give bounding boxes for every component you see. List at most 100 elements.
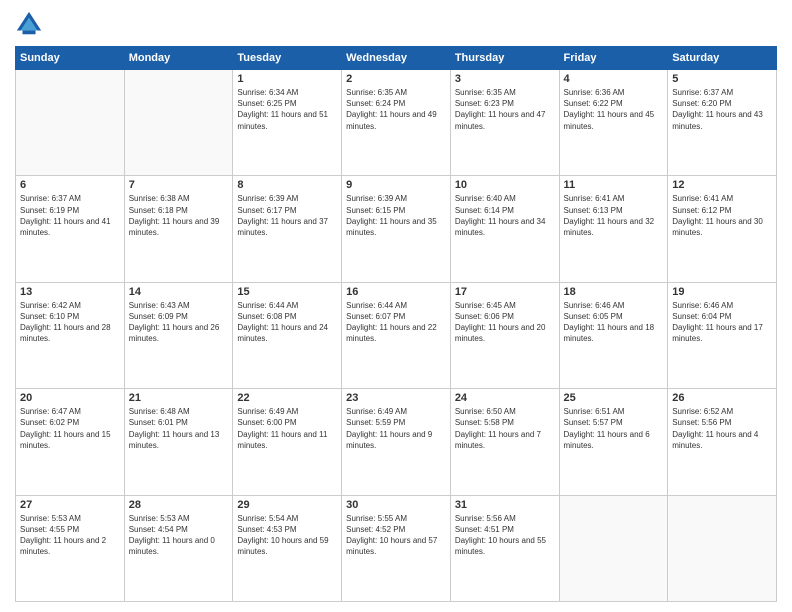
day-number: 22 (237, 392, 337, 404)
day-info: Sunrise: 6:34 AM Sunset: 6:25 PM Dayligh… (237, 87, 337, 132)
day-number: 8 (237, 179, 337, 191)
day-number: 14 (129, 286, 229, 298)
day-number: 20 (20, 392, 120, 404)
day-number: 10 (455, 179, 555, 191)
day-number: 25 (564, 392, 664, 404)
day-info: Sunrise: 6:42 AM Sunset: 6:10 PM Dayligh… (20, 300, 120, 345)
day-number: 7 (129, 179, 229, 191)
day-number: 29 (237, 499, 337, 511)
calendar-cell: 28Sunrise: 5:53 AM Sunset: 4:54 PM Dayli… (124, 495, 233, 601)
day-number: 28 (129, 499, 229, 511)
calendar-cell: 10 Sunrise: 6:40 AM Sunset: 6:14 PM Dayli… (450, 176, 559, 282)
day-number: 6 (20, 179, 120, 191)
calendar-cell: 30 Sunrise: 5:55 AM Sunset: 4:52 PM Dayli… (342, 495, 451, 601)
calendar-cell: 7 Sunrise: 6:38 AM Sunset: 6:18 PM Daylig… (124, 176, 233, 282)
calendar-cell: 27 Sunrise: 5:53 AM Sunset: 4:55 PM Dayli… (16, 495, 125, 601)
calendar-cell: 14 Sunrise: 6:43 AM Sunset: 6:09 PM Dayli… (124, 282, 233, 388)
day-info: Sunrise: 6:41 AM Sunset: 6:12 PM Dayligh… (672, 193, 772, 238)
day-info: Sunrise: 6:36 AM Sunset: 6:22 PM Dayligh… (564, 87, 664, 132)
calendar-cell: 26Sunrise: 6:52 AM Sunset: 5:56 PM Dayli… (668, 389, 777, 495)
calendar-cell: 25Sunrise: 6:51 AM Sunset: 5:57 PM Dayli… (559, 389, 668, 495)
day-info: Sunrise: 6:46 AM Sunset: 6:05 PM Dayligh… (564, 300, 664, 345)
day-number: 31 (455, 499, 555, 511)
calendar-cell: 18 Sunrise: 6:46 AM Sunset: 6:05 PM Dayli… (559, 282, 668, 388)
week-row-4: 20 Sunrise: 6:47 AM Sunset: 6:02 PM Dayli… (16, 389, 777, 495)
day-info: Sunrise: 6:43 AM Sunset: 6:09 PM Dayligh… (129, 300, 229, 345)
week-row-5: 27 Sunrise: 5:53 AM Sunset: 4:55 PM Dayli… (16, 495, 777, 601)
week-row-2: 6 Sunrise: 6:37 AM Sunset: 6:19 PM Daylig… (16, 176, 777, 282)
calendar-cell: 21 Sunrise: 6:48 AM Sunset: 6:01 PM Dayli… (124, 389, 233, 495)
day-number: 2 (346, 73, 446, 85)
day-info: Sunrise: 5:54 AM Sunset: 4:53 PM Dayligh… (237, 513, 337, 558)
day-number: 21 (129, 392, 229, 404)
day-number: 23 (346, 392, 446, 404)
calendar-header-tuesday: Tuesday (233, 47, 342, 70)
calendar-cell: 11 Sunrise: 6:41 AM Sunset: 6:13 PM Dayli… (559, 176, 668, 282)
day-info: Sunrise: 5:55 AM Sunset: 4:52 PM Dayligh… (346, 513, 446, 558)
page: SundayMondayTuesdayWednesdayThursdayFrid… (0, 0, 792, 612)
day-info: Sunrise: 6:47 AM Sunset: 6:02 PM Dayligh… (20, 406, 120, 451)
day-info: Sunrise: 6:46 AM Sunset: 6:04 PM Dayligh… (672, 300, 772, 345)
day-number: 15 (237, 286, 337, 298)
day-info: Sunrise: 6:44 AM Sunset: 6:07 PM Dayligh… (346, 300, 446, 345)
week-row-3: 13 Sunrise: 6:42 AM Sunset: 6:10 PM Dayli… (16, 282, 777, 388)
day-number: 17 (455, 286, 555, 298)
calendar-header-monday: Monday (124, 47, 233, 70)
calendar-cell: 9Sunrise: 6:39 AM Sunset: 6:15 PM Daylig… (342, 176, 451, 282)
calendar-cell: 12 Sunrise: 6:41 AM Sunset: 6:12 PM Dayli… (668, 176, 777, 282)
day-info: Sunrise: 6:35 AM Sunset: 6:23 PM Dayligh… (455, 87, 555, 132)
day-number: 9 (346, 179, 446, 191)
day-info: Sunrise: 6:50 AM Sunset: 5:58 PM Dayligh… (455, 406, 555, 451)
calendar-cell: 19Sunrise: 6:46 AM Sunset: 6:04 PM Dayli… (668, 282, 777, 388)
day-number: 4 (564, 73, 664, 85)
calendar-cell: 16 Sunrise: 6:44 AM Sunset: 6:07 PM Dayli… (342, 282, 451, 388)
calendar-header-saturday: Saturday (668, 47, 777, 70)
calendar-cell: 1Sunrise: 6:34 AM Sunset: 6:25 PM Daylig… (233, 70, 342, 176)
day-number: 30 (346, 499, 446, 511)
day-info: Sunrise: 6:38 AM Sunset: 6:18 PM Dayligh… (129, 193, 229, 238)
calendar-table: SundayMondayTuesdayWednesdayThursdayFrid… (15, 46, 777, 602)
calendar-cell: 5 Sunrise: 6:37 AM Sunset: 6:20 PM Daylig… (668, 70, 777, 176)
calendar-cell: 20 Sunrise: 6:47 AM Sunset: 6:02 PM Dayli… (16, 389, 125, 495)
day-info: Sunrise: 6:37 AM Sunset: 6:20 PM Dayligh… (672, 87, 772, 132)
calendar-cell: 13 Sunrise: 6:42 AM Sunset: 6:10 PM Dayli… (16, 282, 125, 388)
calendar-cell: 15 Sunrise: 6:44 AM Sunset: 6:08 PM Dayli… (233, 282, 342, 388)
day-number: 16 (346, 286, 446, 298)
calendar-cell: 24 Sunrise: 6:50 AM Sunset: 5:58 PM Dayli… (450, 389, 559, 495)
day-info: Sunrise: 6:41 AM Sunset: 6:13 PM Dayligh… (564, 193, 664, 238)
calendar-cell: 8 Sunrise: 6:39 AM Sunset: 6:17 PM Daylig… (233, 176, 342, 282)
day-info: Sunrise: 6:37 AM Sunset: 6:19 PM Dayligh… (20, 193, 120, 238)
day-number: 13 (20, 286, 120, 298)
day-number: 27 (20, 499, 120, 511)
day-number: 12 (672, 179, 772, 191)
day-info: Sunrise: 6:49 AM Sunset: 5:59 PM Dayligh… (346, 406, 446, 451)
calendar-cell: 3Sunrise: 6:35 AM Sunset: 6:23 PM Daylig… (450, 70, 559, 176)
day-info: Sunrise: 6:52 AM Sunset: 5:56 PM Dayligh… (672, 406, 772, 451)
calendar-cell: 4 Sunrise: 6:36 AM Sunset: 6:22 PM Daylig… (559, 70, 668, 176)
calendar-header-thursday: Thursday (450, 47, 559, 70)
day-number: 24 (455, 392, 555, 404)
day-info: Sunrise: 6:44 AM Sunset: 6:08 PM Dayligh… (237, 300, 337, 345)
calendar-cell: 31Sunrise: 5:56 AM Sunset: 4:51 PM Dayli… (450, 495, 559, 601)
calendar-header-friday: Friday (559, 47, 668, 70)
day-info: Sunrise: 6:40 AM Sunset: 6:14 PM Dayligh… (455, 193, 555, 238)
day-number: 5 (672, 73, 772, 85)
calendar-cell (668, 495, 777, 601)
day-info: Sunrise: 6:39 AM Sunset: 6:17 PM Dayligh… (237, 193, 337, 238)
calendar-header-wednesday: Wednesday (342, 47, 451, 70)
calendar-cell: 17 Sunrise: 6:45 AM Sunset: 6:06 PM Dayli… (450, 282, 559, 388)
day-info: Sunrise: 6:35 AM Sunset: 6:24 PM Dayligh… (346, 87, 446, 132)
day-number: 11 (564, 179, 664, 191)
day-info: Sunrise: 5:53 AM Sunset: 4:55 PM Dayligh… (20, 513, 120, 558)
calendar-header-sunday: Sunday (16, 47, 125, 70)
calendar-cell (16, 70, 125, 176)
day-number: 18 (564, 286, 664, 298)
day-info: Sunrise: 6:48 AM Sunset: 6:01 PM Dayligh… (129, 406, 229, 451)
day-info: Sunrise: 6:49 AM Sunset: 6:00 PM Dayligh… (237, 406, 337, 451)
calendar-cell: 22 Sunrise: 6:49 AM Sunset: 6:00 PM Dayli… (233, 389, 342, 495)
calendar-cell (124, 70, 233, 176)
logo-icon (15, 10, 43, 38)
day-info: Sunrise: 6:45 AM Sunset: 6:06 PM Dayligh… (455, 300, 555, 345)
logo (15, 10, 47, 38)
calendar-cell: 29 Sunrise: 5:54 AM Sunset: 4:53 PM Dayli… (233, 495, 342, 601)
